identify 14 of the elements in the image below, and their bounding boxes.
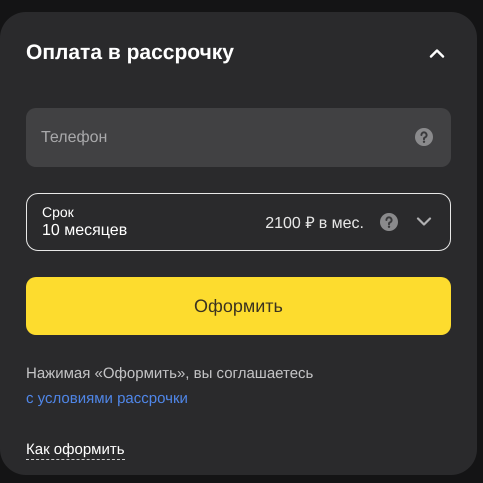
term-dropdown[interactable]: Срок 10 месяцев 2100 ₽ в мес. — [26, 193, 451, 251]
terms-link[interactable]: с условиями рассрочки — [26, 390, 188, 407]
submit-button[interactable]: Оформить — [26, 277, 451, 335]
how-to-link[interactable]: Как оформить — [26, 441, 125, 460]
chevron-down-icon — [416, 217, 432, 227]
term-label: Срок — [42, 204, 75, 220]
consent-text: Нажимая «Оформить», вы соглашаетесь с условиями рассрочки — [26, 364, 314, 409]
help-icon[interactable] — [415, 128, 433, 146]
phone-field[interactable]: Телефон — [26, 108, 451, 167]
term-value: 10 месяцев — [42, 222, 128, 240]
monthly-payment: 2100 ₽ в мес. — [265, 214, 364, 233]
help-icon[interactable] — [380, 213, 398, 231]
chevron-icon[interactable] — [429, 48, 445, 58]
panel-title: Оплата в рассрочку — [26, 41, 234, 65]
